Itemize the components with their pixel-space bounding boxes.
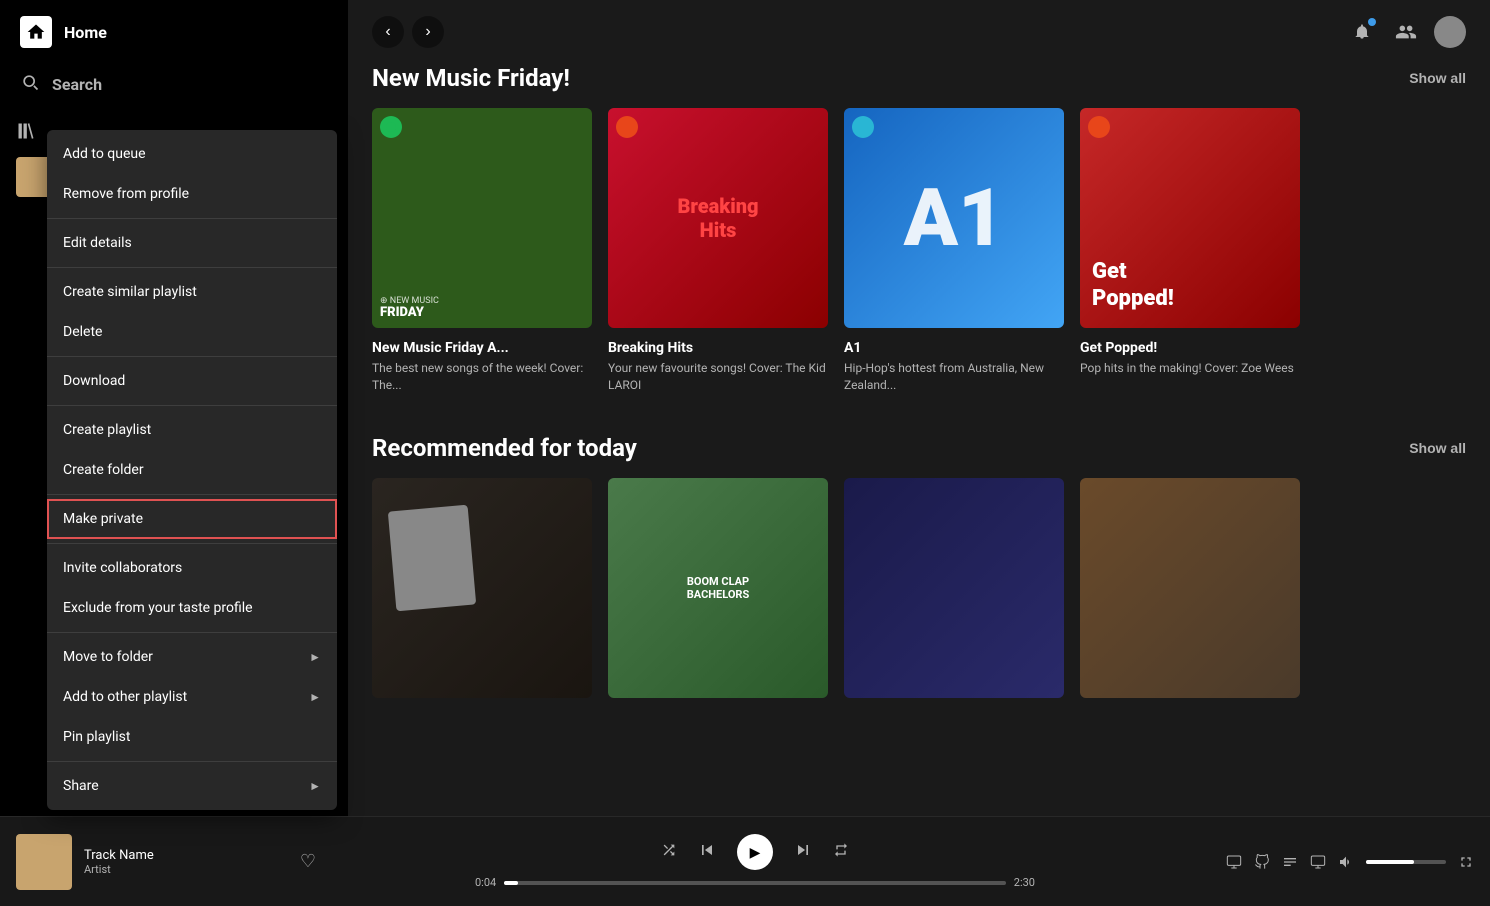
rec-card-image-1: BOOM CLAPBACHELORS [608,478,828,698]
menu-divider-8 [47,543,337,544]
rec-card-image-0 [372,478,592,698]
card-row2-2[interactable] [844,478,1064,710]
context-menu-item-12[interactable]: Add to other playlist► [47,677,337,717]
menu-divider-10 [47,632,337,633]
context-menu-item-14[interactable]: Share► [47,766,337,806]
notifications-button[interactable] [1346,16,1378,48]
card-desc-1: Your new favourite songs! Cover: The Kid… [608,360,828,394]
rec-card-image-3 [1080,478,1300,698]
progress-fill [504,881,518,885]
submenu-arrow: ► [309,779,321,793]
card-image-3: GetPopped! [1080,108,1300,328]
main-content: ‹ › New Music Friday! Show all [348,0,1490,860]
progress-bar[interactable] [504,881,1006,885]
menu-divider-1 [47,218,337,219]
context-menu-item-8[interactable]: Make private [47,499,337,539]
menu-divider-4 [47,356,337,357]
menu-divider-2 [47,267,337,268]
show-all-button-1[interactable]: Show all [1409,70,1466,86]
player-left: Track Name Artist ♡ [16,834,316,890]
context-menu-item-4[interactable]: Delete [47,312,337,352]
card-title-0: New Music Friday A... [372,340,592,356]
section-title-2: Recommended for today [372,434,637,462]
context-menu-item-13[interactable]: Pin playlist [47,717,337,757]
context-menu-item-7[interactable]: Create folder [47,450,337,490]
section-new-music-friday: New Music Friday! Show all ⊕ NEW MUSIC F… [348,48,1490,394]
back-button[interactable]: ‹ [372,16,404,48]
card-row2-3[interactable] [1080,478,1300,710]
card-title-3: Get Popped! [1080,340,1300,356]
section-title-1: New Music Friday! [372,64,570,92]
context-menu-item-2[interactable]: Edit details [47,223,337,263]
card-title-2: A1 [844,340,1064,356]
show-all-button-2[interactable]: Show all [1409,440,1466,456]
search-icon [20,72,40,97]
main-scroll[interactable]: ‹ › New Music Friday! Show all [348,0,1490,860]
volume-bar[interactable] [1366,860,1446,864]
sidebar-search[interactable]: Search [0,64,348,113]
player-artist: Artist [84,863,288,876]
card-desc-3: Pop hits in the making! Cover: Zoe Wees [1080,360,1300,377]
menu-divider-13 [47,761,337,762]
menu-divider-7 [47,494,337,495]
card-row1-1[interactable]: BreakingHits Breaking Hits Your new favo… [608,108,828,394]
submenu-arrow: ► [309,690,321,704]
card-row1-2[interactable]: A1 A1 Hip-Hop's hottest from Australia, … [844,108,1064,394]
context-menu-item-10[interactable]: Exclude from your taste profile [47,588,337,628]
cards-row-1: ⊕ NEW MUSIC FRIDAY New Music Friday A...… [372,108,1466,394]
context-menu: Add to queueRemove from profile Edit deta… [47,130,337,810]
card-row1-3[interactable]: GetPopped! Get Popped! Pop hits in the m… [1080,108,1300,394]
submenu-arrow: ► [309,650,321,664]
like-button[interactable]: ♡ [300,851,316,872]
volume-fill [1366,860,1414,864]
progress-row: 0:04 2:30 [475,876,1035,889]
rec-card-image-2 [844,478,1064,698]
context-menu-item-6[interactable]: Create playlist [47,410,337,450]
card-image-2: A1 [844,108,1064,328]
notification-dot [1368,18,1376,26]
context-menu-item-3[interactable]: Create similar playlist [47,272,337,312]
context-menu-item-5[interactable]: Download [47,361,337,401]
card-row1-0[interactable]: ⊕ NEW MUSIC FRIDAY New Music Friday A...… [372,108,592,394]
menu-divider-5 [47,405,337,406]
card-image-0: ⊕ NEW MUSIC FRIDAY [372,108,592,328]
user-avatar[interactable] [1434,16,1466,48]
main-header: ‹ › [348,0,1490,48]
home-icon [20,16,52,48]
player-info: Track Name Artist [84,848,288,876]
context-menu-item-0[interactable]: Add to queue [47,134,337,174]
search-label: Search [52,75,102,94]
player-track: Track Name [84,848,288,863]
forward-button[interactable]: › [412,16,444,48]
context-menu-item-1[interactable]: Remove from profile [47,174,337,214]
context-menu-item-11[interactable]: Move to folder► [47,637,337,677]
card-desc-2: Hip-Hop's hottest from Australia, New Ze… [844,360,1064,394]
section-header-2: Recommended for today Show all [372,434,1466,462]
nav-buttons: ‹ › [372,16,444,48]
section-header-1: New Music Friday! Show all [372,64,1466,92]
home-label: Home [64,23,107,42]
friends-button[interactable] [1390,16,1422,48]
section-recommended: Recommended for today Show all BOOM CLAP… [348,418,1490,710]
card-row2-1[interactable]: BOOM CLAPBACHELORS [608,478,828,710]
time-current: 0:04 [475,876,496,889]
context-menu-item-9[interactable]: Invite collaborators [47,548,337,588]
card-row2-0[interactable] [372,478,592,710]
header-right [1346,16,1466,48]
time-total: 2:30 [1014,876,1035,889]
player-thumbnail [16,834,72,890]
sidebar-home[interactable]: Home [0,0,348,64]
card-image-1: BreakingHits [608,108,828,328]
card-desc-0: The best new songs of the week! Cover: T… [372,360,592,394]
cards-row-2: BOOM CLAPBACHELORS [372,478,1466,710]
card-title-1: Breaking Hits [608,340,828,356]
